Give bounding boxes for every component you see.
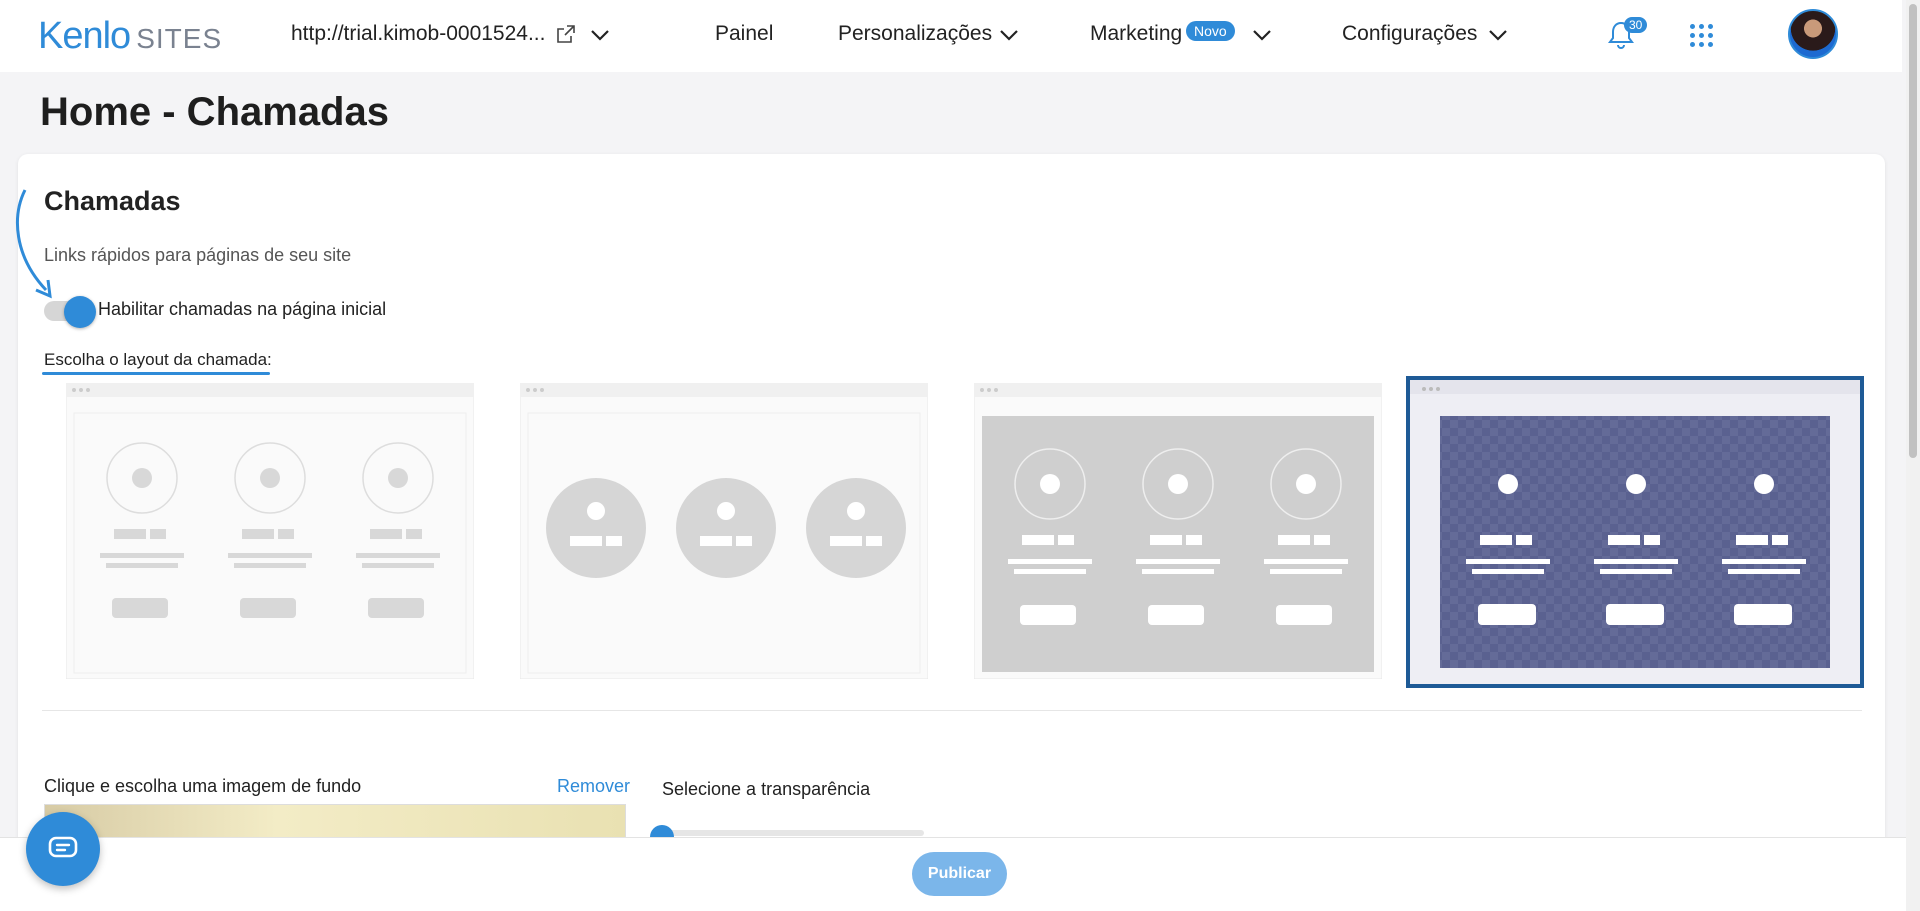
- scrollbar-thumb[interactable]: [1909, 4, 1917, 458]
- chat-bubble-icon: [48, 836, 78, 858]
- nav-configuracoes[interactable]: Configurações: [1342, 22, 1477, 46]
- url-chevron-down-icon[interactable]: [590, 28, 610, 42]
- notification-count-badge: 30: [1624, 17, 1648, 33]
- transparency-label: Selecione a transparência: [662, 779, 871, 799]
- chat-support-button[interactable]: [26, 812, 100, 886]
- layout-label-underline: [42, 372, 270, 375]
- section-subtitle: Links rápidos para páginas de seu site: [44, 245, 352, 265]
- nav-personalizacoes[interactable]: Personalizações: [838, 22, 992, 46]
- site-url[interactable]: http://trial.kimob-0001524...: [291, 22, 545, 46]
- novo-badge: Novo: [1186, 21, 1235, 41]
- publish-button[interactable]: Publicar: [912, 852, 1007, 896]
- layout-option-1[interactable]: [66, 383, 474, 679]
- nav-marketing[interactable]: Marketing: [1090, 22, 1182, 46]
- kenlo-sites-logo[interactable]: Kenlo SITES: [38, 15, 222, 58]
- personalizacoes-chevron-down-icon[interactable]: [999, 28, 1019, 42]
- toggle-knob: [64, 296, 96, 328]
- apps-grid-icon[interactable]: [1690, 24, 1714, 48]
- external-link-icon[interactable]: [556, 24, 576, 44]
- toggle-label: Habilitar chamadas na página inicial: [98, 299, 387, 319]
- page-title: Home - Chamadas: [40, 90, 389, 134]
- layout-option-3[interactable]: [974, 383, 1382, 679]
- transparency-slider-track[interactable]: [652, 830, 924, 836]
- section-title: Chamadas: [44, 186, 181, 216]
- page-scrollbar[interactable]: [1906, 0, 1920, 911]
- layout-option-2[interactable]: [520, 383, 928, 679]
- section-divider: [42, 710, 1862, 711]
- logo-main: Kenlo: [38, 15, 131, 57]
- logo-sub: SITES: [136, 23, 223, 54]
- marketing-chevron-down-icon[interactable]: [1252, 28, 1272, 42]
- layout-option-4-selected[interactable]: [1406, 376, 1864, 688]
- enable-chamadas-toggle[interactable]: [44, 296, 96, 328]
- top-navigation-bar: Kenlo SITES http://trial.kimob-0001524..…: [0, 0, 1902, 72]
- remove-image-link[interactable]: Remover: [557, 776, 630, 797]
- background-image-label: Clique e escolha uma imagem de fundo: [44, 776, 362, 796]
- configuracoes-chevron-down-icon[interactable]: [1488, 28, 1508, 42]
- user-avatar[interactable]: [1788, 9, 1838, 59]
- nav-painel[interactable]: Painel: [715, 22, 773, 46]
- layout-choice-label: Escolha o layout da chamada:: [44, 350, 272, 369]
